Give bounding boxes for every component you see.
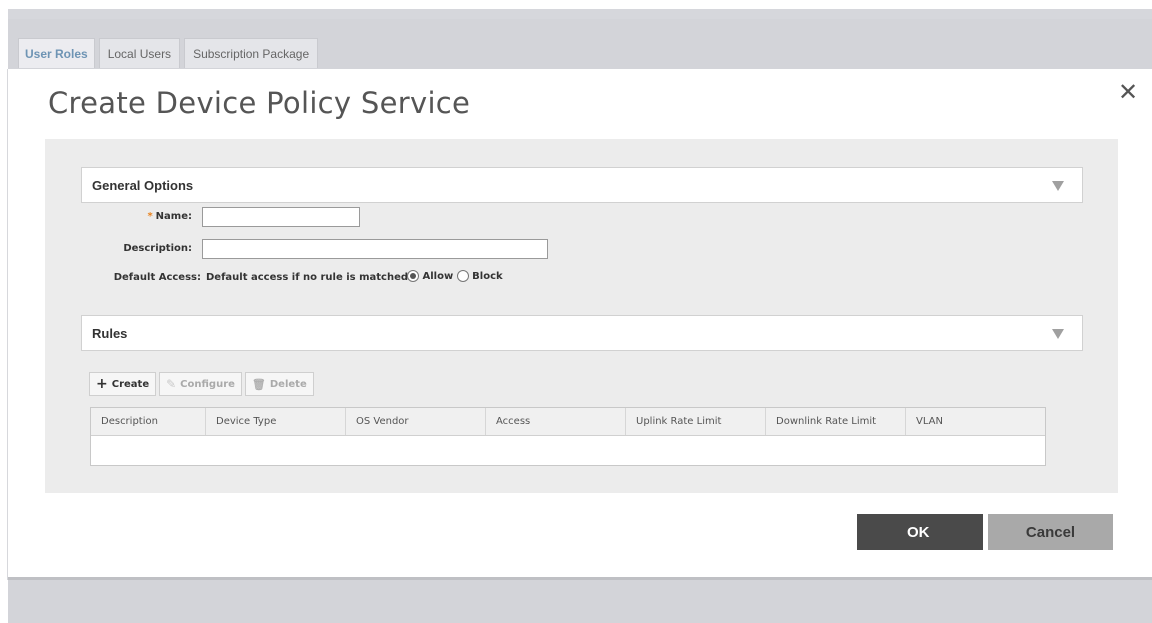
allow-label: Allow bbox=[422, 271, 454, 282]
block-radio[interactable] bbox=[456, 270, 469, 282]
general-options-title: General Options bbox=[92, 178, 194, 193]
footer-band bbox=[8, 580, 1152, 623]
column-downlink-rate-limit[interactable]: Downlink Rate Limit bbox=[766, 408, 906, 435]
create-button[interactable]: + Create bbox=[89, 372, 157, 396]
collapse-arrow-icon[interactable] bbox=[1052, 329, 1064, 339]
name-input[interactable] bbox=[202, 207, 360, 227]
default-access-label: Default Access: bbox=[113, 272, 201, 283]
rules-title: Rules bbox=[92, 326, 128, 341]
collapse-arrow-icon[interactable] bbox=[1052, 181, 1064, 191]
name-label: * Name: bbox=[147, 211, 192, 222]
top-strip bbox=[8, 9, 1152, 19]
description-row: Description: bbox=[0, 239, 560, 261]
tab-user-roles[interactable]: User Roles bbox=[18, 38, 95, 68]
column-description[interactable]: Description bbox=[91, 408, 206, 435]
rules-table-header: Description Device Type OS Vendor Access… bbox=[91, 408, 1045, 436]
delete-button[interactable]: 🗑 Delete bbox=[244, 372, 314, 396]
general-options-header[interactable]: General Options bbox=[81, 167, 1083, 203]
name-row: * Name: bbox=[0, 207, 400, 229]
cancel-button[interactable]: Cancel bbox=[988, 514, 1113, 550]
plus-icon: + bbox=[96, 376, 108, 392]
tab-subscription-package[interactable]: Subscription Package bbox=[184, 38, 319, 68]
column-uplink-rate-limit[interactable]: Uplink Rate Limit bbox=[626, 408, 766, 435]
close-icon[interactable]: ✕ bbox=[1118, 78, 1138, 106]
column-access[interactable]: Access bbox=[486, 408, 626, 435]
column-os-vendor[interactable]: OS Vendor bbox=[346, 408, 486, 435]
ok-button[interactable]: OK bbox=[857, 514, 983, 550]
trash-icon: 🗑 bbox=[251, 377, 266, 391]
rules-header[interactable]: Rules bbox=[81, 315, 1083, 351]
column-vlan[interactable]: VLAN bbox=[906, 408, 1045, 435]
rules-toolbar: + Create ✎ Configure 🗑 Delete bbox=[89, 372, 314, 396]
default-access-text: Default access if no rule is matched: bbox=[206, 272, 413, 283]
column-device-type[interactable]: Device Type bbox=[206, 408, 346, 435]
configure-button[interactable]: ✎ Configure bbox=[159, 372, 242, 396]
description-label: Description: bbox=[123, 243, 192, 254]
dialog-title: Create Device Policy Service bbox=[48, 86, 471, 120]
block-label: Block bbox=[472, 271, 503, 282]
tab-local-users[interactable]: Local Users bbox=[98, 38, 181, 68]
tab-bar: User Roles Local Users Subscription Pack… bbox=[18, 38, 319, 68]
description-input[interactable] bbox=[202, 239, 548, 259]
required-mark: * bbox=[147, 211, 153, 222]
default-access-row: Default Access: Default access if no rul… bbox=[0, 270, 700, 288]
rules-table: Description Device Type OS Vendor Access… bbox=[90, 407, 1046, 466]
pencil-icon: ✎ bbox=[166, 377, 177, 391]
allow-radio[interactable] bbox=[407, 270, 419, 282]
